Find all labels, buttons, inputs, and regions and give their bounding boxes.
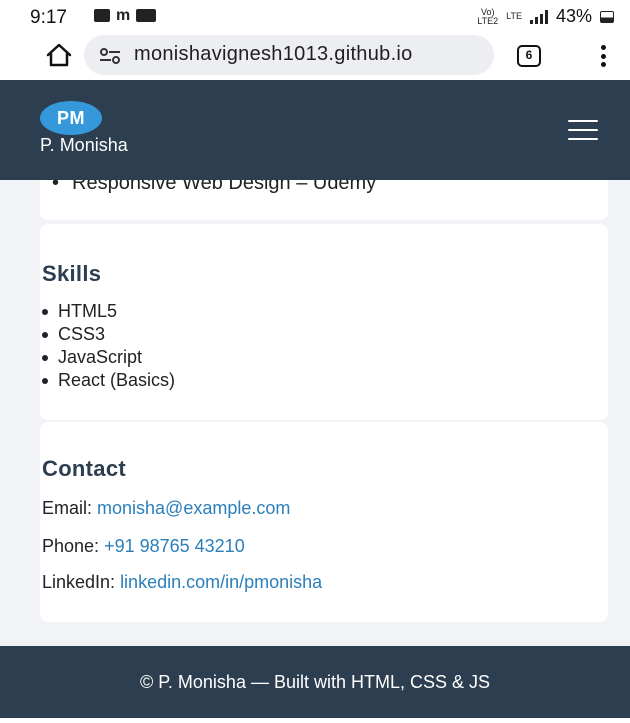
logo[interactable]: PM <box>40 101 102 135</box>
footer-text: © P. Monisha — Built with HTML, CSS & JS <box>139 672 491 692</box>
status-time: 9:17 <box>30 7 67 28</box>
paytm-notification-icon <box>136 9 157 22</box>
url-text: monishavignesh1013.github.io <box>134 43 413 65</box>
battery-percentage: 43% <box>555 6 592 26</box>
skill-item: React (Basics) <box>42 369 175 392</box>
m-notification-icon: m <box>116 7 131 24</box>
browser-toolbar: monishavignesh1013.github.io 6 <box>0 30 630 80</box>
linkedin-link[interactable]: linkedin.com/in/pmonisha <box>120 572 322 592</box>
site-footer: © P. Monisha — Built with HTML, CSS & JS <box>0 646 630 718</box>
skills-list: HTML5 CSS3 JavaScript React (Basics) <box>42 300 175 392</box>
skill-item: CSS3 <box>42 323 175 346</box>
notification-icons: m <box>94 7 157 24</box>
email-row: Email: monisha@example.com <box>42 498 291 518</box>
email-link[interactable]: monisha@example.com <box>97 498 290 518</box>
tab-switcher-button[interactable]: 6 <box>517 45 541 67</box>
battery-icon <box>600 10 614 23</box>
contact-heading: Contact <box>42 456 126 481</box>
status-bar: 9:17 m Vo) LTE2 LTE 43% <box>0 0 630 30</box>
gallery-notification-icon <box>94 9 110 22</box>
phone-row: Phone: +91 98765 43210 <box>42 536 245 556</box>
volte-icon: Vo) LTE2 <box>477 6 499 26</box>
address-bar[interactable]: monishavignesh1013.github.io <box>84 35 494 75</box>
contact-card: Contact Email: monisha@example.com Phone… <box>40 422 608 622</box>
site-settings-icon[interactable] <box>98 48 122 64</box>
certifications-card: Responsive Web Design – Udemy <box>40 180 608 220</box>
phone-link[interactable]: +91 98765 43210 <box>104 536 245 556</box>
skills-card: Skills HTML5 CSS3 JavaScript React (Basi… <box>40 224 608 420</box>
skill-item: HTML5 <box>42 300 175 323</box>
site-header: PM P. Monisha <box>0 80 630 180</box>
skills-heading: Skills <box>42 261 102 286</box>
certification-item: Responsive Web Design – Udemy <box>52 180 376 195</box>
hamburger-menu-icon[interactable] <box>568 120 598 140</box>
signal-icon <box>529 9 548 24</box>
skill-item: JavaScript <box>42 346 175 369</box>
bottom-strip <box>0 718 630 723</box>
site-name: P. Monisha <box>40 135 128 155</box>
system-icons: Vo) LTE2 LTE 43% <box>477 6 614 27</box>
main-content: Responsive Web Design – Udemy Skills HTM… <box>0 180 630 646</box>
home-icon[interactable] <box>44 40 74 70</box>
browser-menu-icon[interactable] <box>598 43 608 69</box>
linkedin-row: LinkedIn: linkedin.com/in/pmonisha <box>42 572 323 592</box>
lte-icon: LTE <box>506 11 522 21</box>
